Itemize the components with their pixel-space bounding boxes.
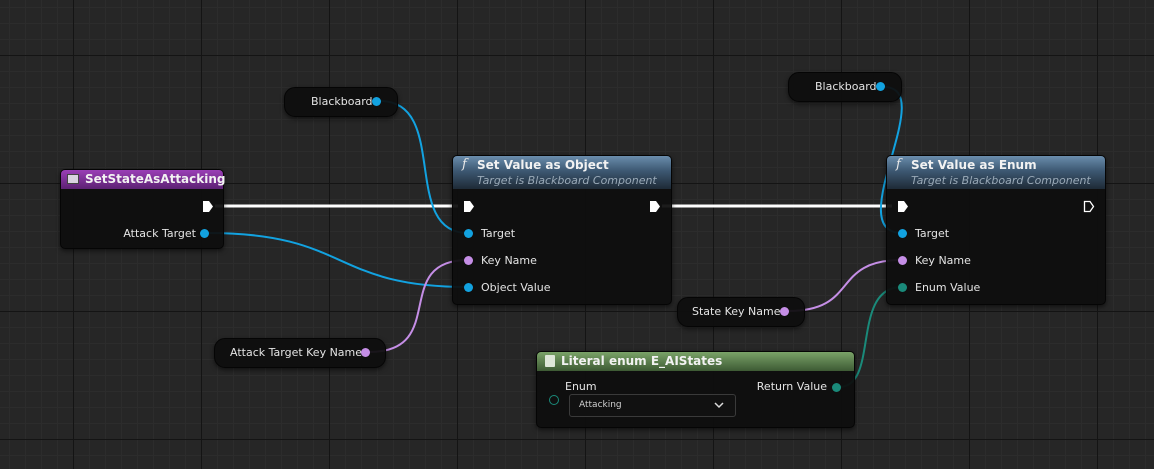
object-value-pin[interactable] bbox=[464, 283, 473, 292]
enum-selected-value: Attacking bbox=[579, 400, 622, 410]
attack-target-pin-label: Attack Target bbox=[123, 227, 196, 240]
attack-target-key-name-variable-node[interactable]: Attack Target Key Name bbox=[214, 338, 386, 368]
blackboard-variable-node[interactable]: Blackboard bbox=[284, 87, 398, 117]
wire-state-key-to-key-name bbox=[787, 259, 903, 312]
set-value-as-enum-header: f Set Value as Enum Target is Blackboard… bbox=[887, 156, 1105, 189]
enum-input-pin[interactable] bbox=[549, 395, 559, 405]
set-value-as-enum-node[interactable]: f Set Value as Enum Target is Blackboard… bbox=[886, 155, 1106, 305]
key-name-pin-label: Key Name bbox=[481, 254, 537, 267]
key-name-pin[interactable] bbox=[464, 256, 473, 265]
enum-literal-icon bbox=[545, 355, 555, 367]
return-value-pin-label: Return Value bbox=[756, 380, 827, 393]
event-node-set-state-as-attacking[interactable]: SetStateAsAttacking Attack Target bbox=[60, 169, 226, 249]
event-node-header: SetStateAsAttacking bbox=[61, 170, 226, 189]
literal-enum-title: Literal enum E_AIStates bbox=[561, 354, 723, 368]
return-value-pin[interactable] bbox=[832, 383, 841, 392]
attack-target-key-name-label: Attack Target Key Name bbox=[230, 346, 363, 359]
event-icon bbox=[67, 174, 79, 184]
exec-in-pin[interactable] bbox=[463, 200, 475, 213]
target-pin[interactable] bbox=[464, 229, 473, 238]
attack-target-key-name-output-pin[interactable] bbox=[361, 348, 370, 357]
chevron-down-icon bbox=[714, 402, 724, 409]
key-name-pin-label: Key Name bbox=[915, 254, 971, 267]
set-value-as-object-header: f Set Value as Object Target is Blackboa… bbox=[453, 156, 671, 189]
blackboard-variable-label: Blackboard bbox=[311, 95, 373, 108]
key-name-pin[interactable] bbox=[898, 256, 907, 265]
enum-value-pin-label: Enum Value bbox=[915, 281, 981, 294]
set-value-as-enum-subtitle: Target is Blackboard Component bbox=[911, 174, 1091, 187]
wire-attack-target-to-object-value bbox=[207, 232, 469, 288]
event-node-title: SetStateAsAttacking bbox=[85, 172, 226, 186]
set-value-as-enum-title: Set Value as Enum bbox=[911, 158, 1037, 172]
object-value-pin-label: Object Value bbox=[481, 281, 551, 294]
blackboard-variable-node-2[interactable]: Blackboard bbox=[788, 72, 902, 102]
target-pin[interactable] bbox=[898, 229, 907, 238]
literal-enum-header: Literal enum E_AIStates bbox=[537, 352, 854, 371]
target-pin-label: Target bbox=[481, 227, 516, 240]
enum-value-pin[interactable] bbox=[898, 283, 907, 292]
set-value-as-object-subtitle: Target is Blackboard Component bbox=[477, 174, 657, 187]
blackboard-variable-label-2: Blackboard bbox=[815, 80, 877, 93]
state-key-name-output-pin[interactable] bbox=[780, 307, 789, 316]
state-key-name-label: State Key Name bbox=[692, 305, 781, 318]
exec-out-pin[interactable] bbox=[649, 200, 661, 213]
set-value-as-object-title: Set Value as Object bbox=[477, 158, 609, 172]
function-f-icon: f bbox=[896, 157, 901, 172]
enum-value-dropdown[interactable]: Attacking bbox=[569, 394, 736, 417]
blackboard-output-pin[interactable] bbox=[372, 97, 381, 106]
blackboard-output-pin-2[interactable] bbox=[876, 82, 885, 91]
exec-in-pin[interactable] bbox=[897, 200, 909, 213]
exec-out-pin-unconnected[interactable] bbox=[1083, 200, 1095, 213]
attack-target-pin[interactable] bbox=[200, 229, 209, 238]
exec-out-pin[interactable] bbox=[202, 200, 214, 213]
state-key-name-variable-node[interactable]: State Key Name bbox=[677, 297, 805, 327]
function-f-icon: f bbox=[462, 157, 467, 172]
enum-pin-label: Enum bbox=[565, 380, 597, 393]
literal-enum-node[interactable]: Literal enum E_AIStates Enum Return Valu… bbox=[536, 351, 855, 428]
target-pin-label: Target bbox=[915, 227, 950, 240]
set-value-as-object-node[interactable]: f Set Value as Object Target is Blackboa… bbox=[452, 155, 672, 305]
